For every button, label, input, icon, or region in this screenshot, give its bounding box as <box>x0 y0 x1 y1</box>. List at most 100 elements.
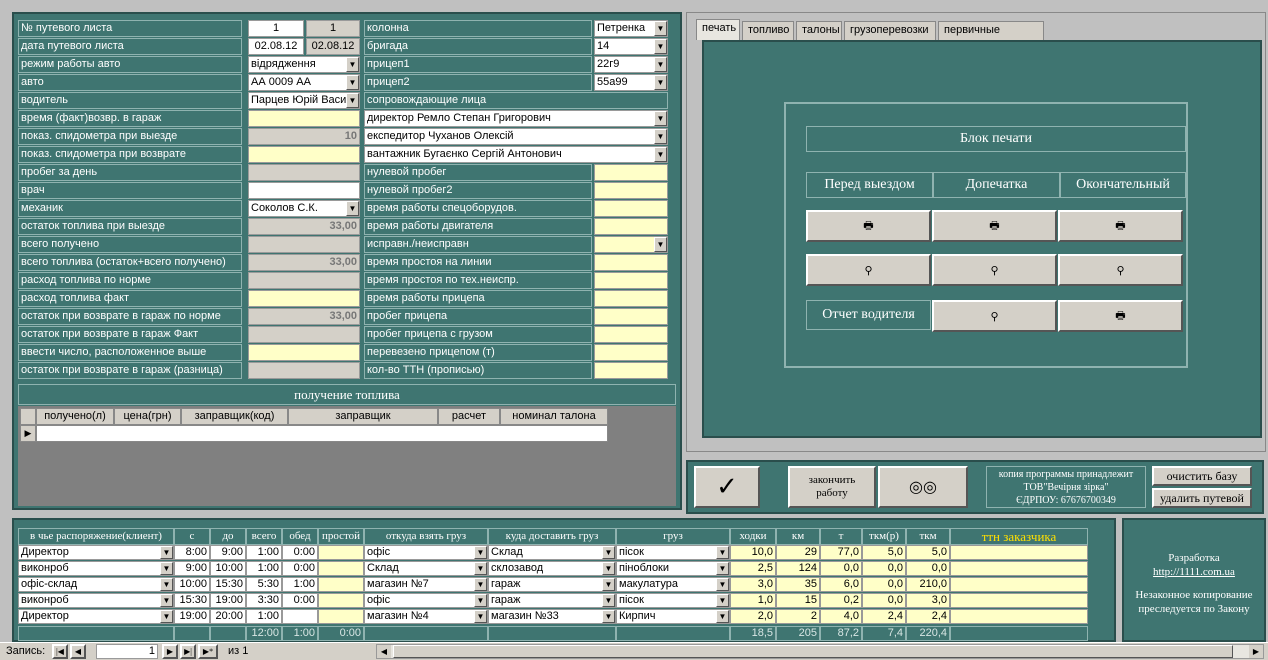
chevron-down-icon[interactable]: ▼ <box>602 578 615 591</box>
chevron-down-icon[interactable]: ▼ <box>716 594 729 607</box>
trip-cell[interactable]: 4,0 <box>820 609 862 624</box>
chevron-down-icon[interactable]: ▼ <box>474 546 487 559</box>
return-time-field[interactable] <box>248 110 360 127</box>
brigade-select[interactable]: 14 ▼ <box>594 38 668 55</box>
mid-value-field[interactable] <box>594 362 668 379</box>
preview-extra-button[interactable]: ⚲ <box>932 254 1057 286</box>
trip-cell[interactable]: 20:00 <box>210 609 246 624</box>
trip-cell[interactable]: піноблоки ▼ <box>616 561 730 576</box>
trip-cell[interactable]: Кирпич ▼ <box>616 609 730 624</box>
trip-cell[interactable]: 5:30 <box>246 577 282 592</box>
dev-link[interactable]: http://1111.com.ua <box>1124 566 1264 578</box>
trip-cell[interactable]: 2 <box>776 609 820 624</box>
chevron-down-icon[interactable]: ▼ <box>654 75 667 90</box>
trip-cell[interactable] <box>318 577 364 592</box>
chevron-down-icon[interactable]: ▼ <box>654 21 667 36</box>
trip-cell[interactable]: 9:00 <box>174 561 210 576</box>
print-before-button[interactable]: 🖶 <box>806 210 931 242</box>
chevron-down-icon[interactable]: ▼ <box>602 610 615 623</box>
trip-cell[interactable]: 19:00 <box>210 593 246 608</box>
prev-record-button[interactable]: ◀ <box>70 644 86 659</box>
new-record-button[interactable]: ▶* <box>198 644 218 659</box>
trip-cell[interactable]: 35 <box>776 577 820 592</box>
trip-cell[interactable]: Директор ▼ <box>18 545 174 560</box>
chevron-down-icon[interactable]: ▼ <box>654 39 667 54</box>
trip-cell[interactable]: гараж ▼ <box>488 593 616 608</box>
chevron-down-icon[interactable]: ▼ <box>716 610 729 623</box>
trip-cell[interactable]: 10,0 <box>730 545 776 560</box>
trip-cell[interactable]: 2,4 <box>906 609 950 624</box>
mid-value-field[interactable] <box>594 290 668 307</box>
mid-value-field[interactable] <box>594 182 668 199</box>
chevron-down-icon[interactable]: ▼ <box>716 546 729 559</box>
horizontal-scrollbar[interactable]: ◀ ▶ <box>376 644 1264 659</box>
trip-cell[interactable]: 0,0 <box>820 561 862 576</box>
mid-value-field[interactable] <box>594 344 668 361</box>
trip-cell[interactable]: Склад ▼ <box>488 545 616 560</box>
trip-cell[interactable]: 1:00 <box>246 545 282 560</box>
trip-cell[interactable]: 77,0 <box>820 545 862 560</box>
trip-cell[interactable]: 15:30 <box>210 577 246 592</box>
trip-cell[interactable]: офіс-склад ▼ <box>18 577 174 592</box>
clear-db-button[interactable]: очистить базу <box>1152 466 1252 486</box>
chevron-down-icon[interactable]: ▼ <box>474 594 487 607</box>
chevron-down-icon[interactable]: ▼ <box>474 578 487 591</box>
trip-cell[interactable]: пісок ▼ <box>616 545 730 560</box>
finish-work-button[interactable]: закончить работу <box>788 466 876 508</box>
trip-cell[interactable]: 0:00 <box>282 545 318 560</box>
trip-cell[interactable]: 3,0 <box>730 577 776 592</box>
trip-cell[interactable]: 0,0 <box>862 577 906 592</box>
trip-cell[interactable]: макулатура ▼ <box>616 577 730 592</box>
column-select[interactable]: Петренка ▼ <box>594 20 668 37</box>
sheet-date[interactable]: 02.08.12 <box>248 38 304 55</box>
mid-value-field[interactable] <box>594 308 668 325</box>
trip-cell[interactable]: 10:00 <box>174 577 210 592</box>
trip-cell[interactable]: 5,0 <box>862 545 906 560</box>
chevron-down-icon[interactable]: ▼ <box>346 75 359 90</box>
escort-2-select[interactable]: експедитор Чуханов Олексій ▼ <box>364 128 668 145</box>
trip-cell[interactable] <box>950 609 1088 624</box>
trip-cell[interactable] <box>950 545 1088 560</box>
trip-cell[interactable]: виконроб ▼ <box>18 593 174 608</box>
trip-cell[interactable]: 210,0 <box>906 577 950 592</box>
trip-cell[interactable]: 5,0 <box>906 545 950 560</box>
sheet-number[interactable]: 1 <box>248 20 304 37</box>
trip-cell[interactable]: магазин №4 ▼ <box>364 609 488 624</box>
trip-cell[interactable]: 19:00 <box>174 609 210 624</box>
mid-value-field[interactable] <box>594 200 668 217</box>
trip-cell[interactable]: 1,0 <box>730 593 776 608</box>
trip-cell[interactable]: 3,0 <box>906 593 950 608</box>
tab-1[interactable]: топливо <box>742 21 794 40</box>
trip-cell[interactable]: виконроб ▼ <box>18 561 174 576</box>
escort-3-select[interactable]: вантажник Бугаєнко Сергій Антонович ▼ <box>364 146 668 163</box>
trip-cell[interactable]: пісок ▼ <box>616 593 730 608</box>
trip-cell[interactable] <box>950 593 1088 608</box>
trip-cell[interactable] <box>318 593 364 608</box>
chevron-down-icon[interactable]: ▼ <box>654 129 667 144</box>
chevron-down-icon[interactable]: ▼ <box>602 562 615 575</box>
trip-cell[interactable]: 2,5 <box>730 561 776 576</box>
chevron-down-icon[interactable]: ▼ <box>160 578 173 591</box>
trip-cell[interactable]: Склад ▼ <box>364 561 488 576</box>
mode-select[interactable]: відрядження ▼ <box>248 56 360 73</box>
mid-value-field[interactable] <box>594 218 668 235</box>
mid-value-field[interactable]: ▼ <box>594 236 668 253</box>
trip-cell[interactable]: офіс ▼ <box>364 593 488 608</box>
driver-report-preview-button[interactable]: ⚲ <box>932 300 1057 332</box>
tab-3[interactable]: грузоперевозки <box>844 21 936 40</box>
chevron-down-icon[interactable]: ▼ <box>716 562 729 575</box>
scroll-right-icon[interactable]: ▶ <box>1249 645 1263 658</box>
chevron-down-icon[interactable]: ▼ <box>654 147 667 162</box>
scroll-left-icon[interactable]: ◀ <box>377 645 391 658</box>
next-record-button[interactable]: ▶ <box>162 644 178 659</box>
trip-cell[interactable]: 1:00 <box>246 609 282 624</box>
confirm-button[interactable]: ✓ <box>694 466 760 508</box>
mid-value-field[interactable] <box>594 272 668 289</box>
trip-cell[interactable]: Директор ▼ <box>18 609 174 624</box>
chevron-down-icon[interactable]: ▼ <box>716 578 729 591</box>
trip-cell[interactable]: 10:00 <box>210 561 246 576</box>
fuel-new-row[interactable] <box>36 425 608 442</box>
trip-cell[interactable]: 9:00 <box>210 545 246 560</box>
record-selector-icon[interactable]: ▶ <box>20 425 36 442</box>
record-number-input[interactable]: 1 <box>96 644 158 659</box>
